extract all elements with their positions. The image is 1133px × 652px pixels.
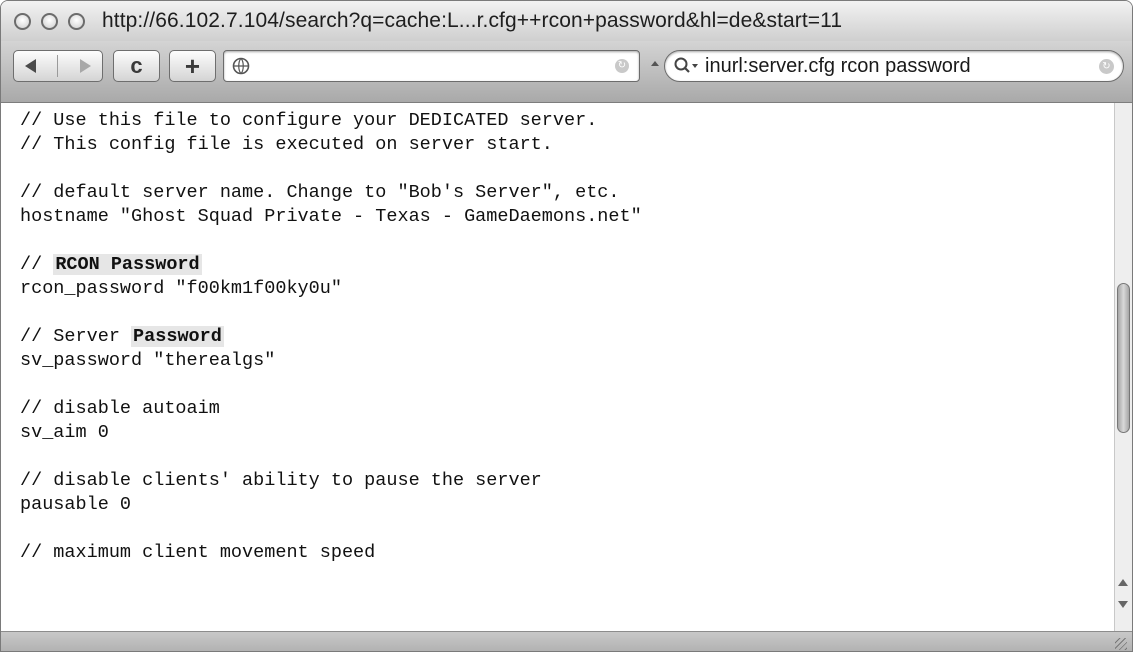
- clear-search-icon[interactable]: ↻: [1099, 59, 1114, 74]
- browser-window: http://66.102.7.104/search?q=cache:L...r…: [0, 0, 1133, 652]
- add-bookmark-button[interactable]: +: [169, 50, 216, 82]
- code-line: hostname "Ghost Squad Private - Texas - …: [20, 206, 642, 227]
- code-line: // Use this file to configure your DEDIC…: [20, 110, 598, 131]
- vertical-scrollbar[interactable]: [1114, 103, 1132, 631]
- page-content: // Use this file to configure your DEDIC…: [1, 103, 1114, 631]
- scroll-up-arrow-icon[interactable]: [1118, 579, 1128, 586]
- field-resize-handle[interactable]: [651, 61, 659, 66]
- arrow-left-icon[interactable]: [24, 59, 36, 73]
- divider: [57, 55, 59, 77]
- code-line: // disable autoaim: [20, 398, 220, 419]
- address-field[interactable]: ↻: [223, 50, 640, 82]
- search-term-highlight: Password: [131, 326, 224, 347]
- code-line: sv_password "therealgs": [20, 350, 276, 371]
- reload-button[interactable]: c: [113, 50, 160, 82]
- code-text: // Server: [20, 326, 132, 347]
- arrow-right-icon[interactable]: [80, 59, 92, 73]
- code-line: // default server name. Change to "Bob's…: [20, 182, 620, 203]
- scroll-down-arrow-icon[interactable]: [1118, 601, 1128, 608]
- window-controls: [14, 12, 85, 30]
- status-bar: [1, 631, 1132, 651]
- back-forward-control: [13, 50, 103, 82]
- resize-grip-icon[interactable]: [1115, 638, 1127, 650]
- globe-icon: [232, 57, 250, 75]
- search-icon[interactable]: [673, 56, 701, 76]
- code-line: // maximum client movement speed: [20, 542, 376, 563]
- search-input-value: inurl:server.cfg rcon password: [705, 54, 971, 77]
- code-line: // RCON Password: [20, 253, 1114, 277]
- minimize-window-button[interactable]: [41, 12, 58, 30]
- code-line: rcon_password "f00km1f00ky0u": [20, 278, 342, 299]
- config-file-text: // Use this file to configure your DEDIC…: [1, 103, 1114, 565]
- code-line: // disable clients' ability to pause the…: [20, 470, 542, 491]
- code-line: sv_aim 0: [20, 422, 109, 443]
- search-field[interactable]: inurl:server.cfg rcon password ↻: [664, 50, 1124, 82]
- search-term-highlight: RCON Password: [53, 254, 202, 275]
- window-title: http://66.102.7.104/search?q=cache:L...r…: [102, 9, 843, 32]
- toolbar: c + ↻ inurl:server.cfg rcon password ↻: [1, 41, 1132, 103]
- code-text: //: [20, 254, 54, 275]
- scrollbar-thumb[interactable]: [1117, 283, 1130, 433]
- title-bar: http://66.102.7.104/search?q=cache:L...r…: [1, 1, 1132, 41]
- snapback-icon[interactable]: ↻: [615, 59, 629, 73]
- close-window-button[interactable]: [14, 12, 31, 30]
- code-line: // This config file is executed on serve…: [20, 134, 553, 155]
- code-line: pausable 0: [20, 494, 132, 515]
- zoom-window-button[interactable]: [68, 12, 85, 30]
- code-line: // Server Password: [20, 325, 1114, 349]
